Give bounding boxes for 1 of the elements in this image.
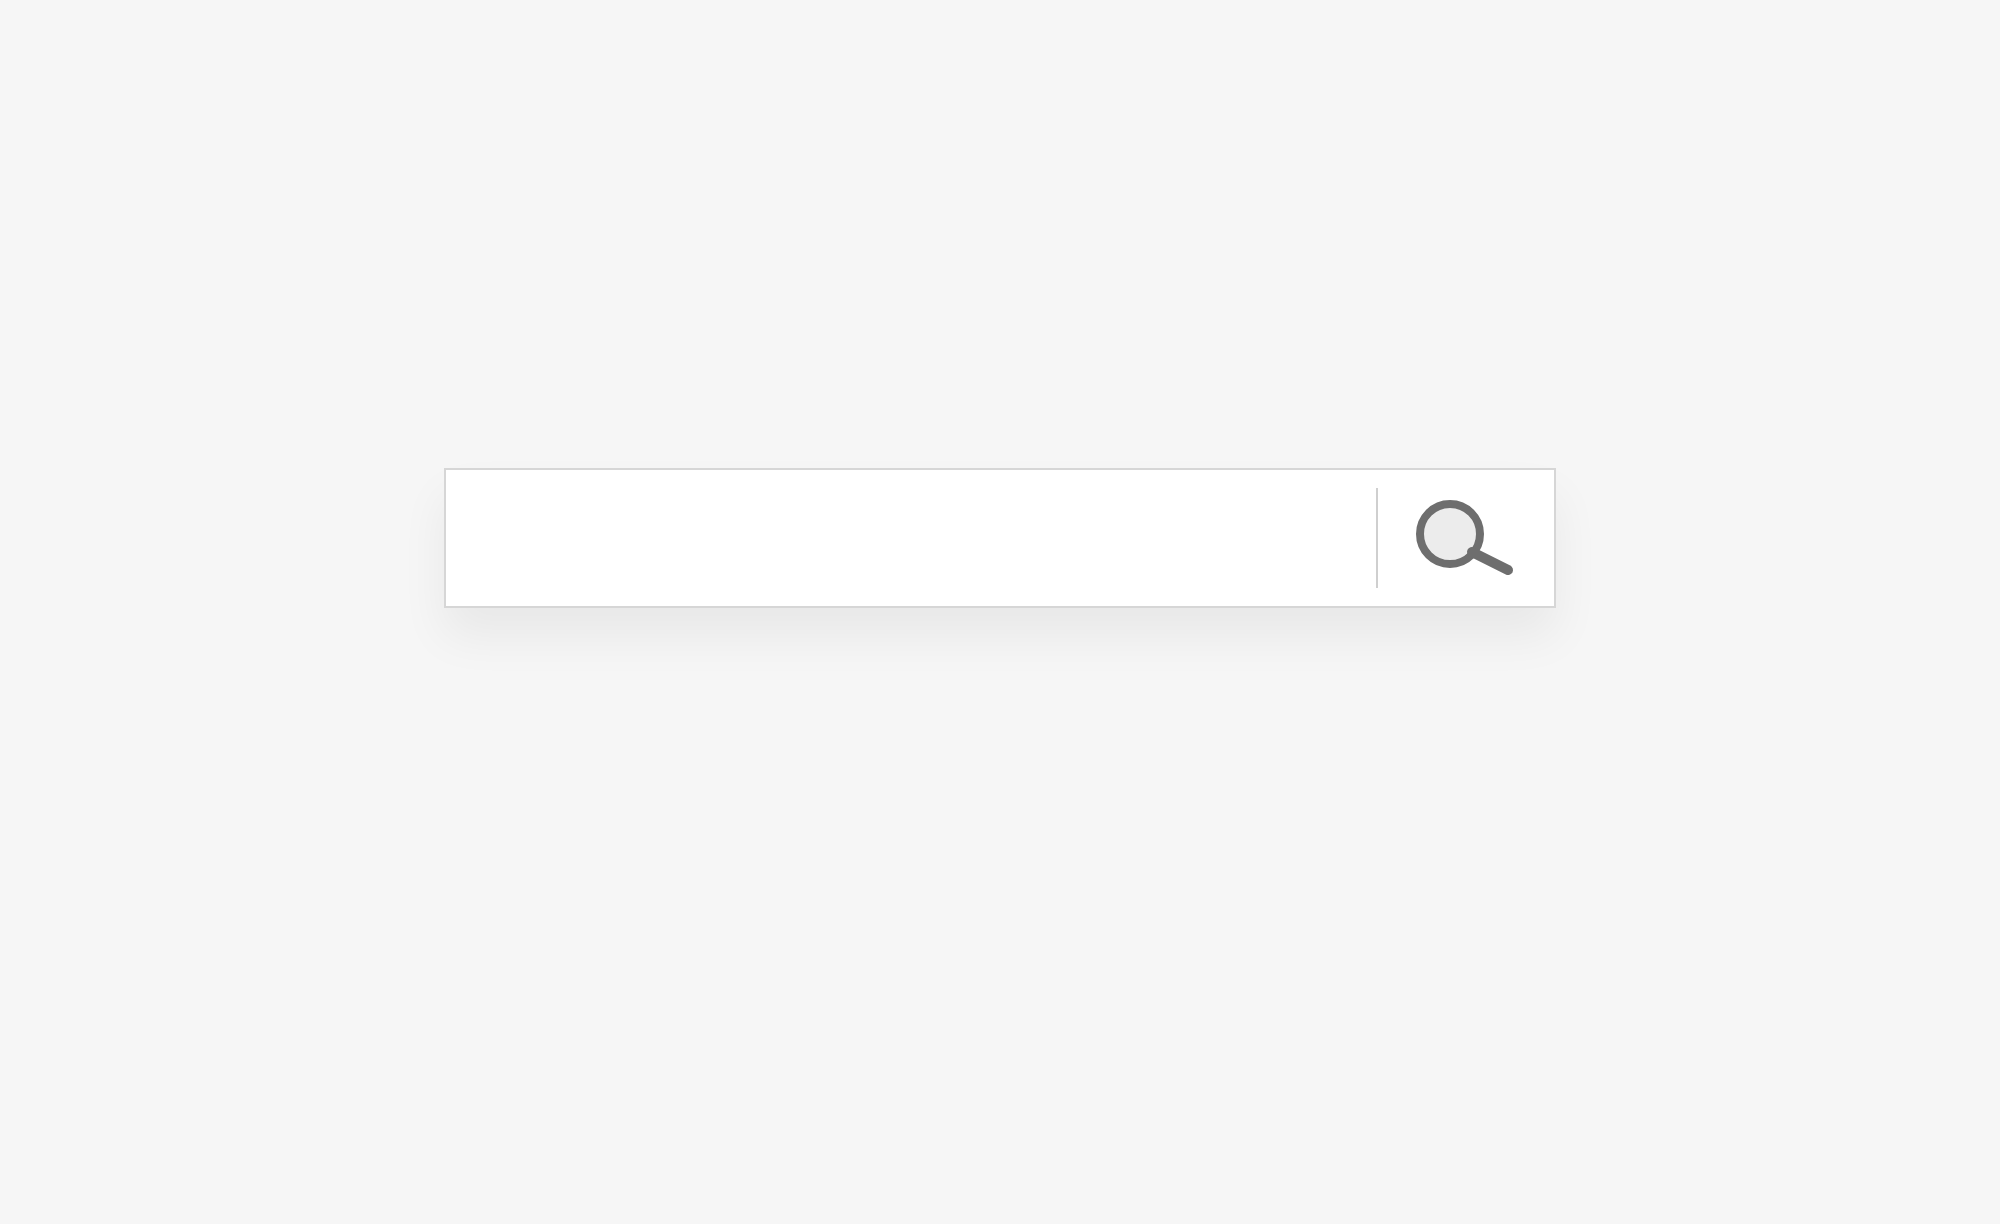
search-icon bbox=[1414, 498, 1518, 578]
